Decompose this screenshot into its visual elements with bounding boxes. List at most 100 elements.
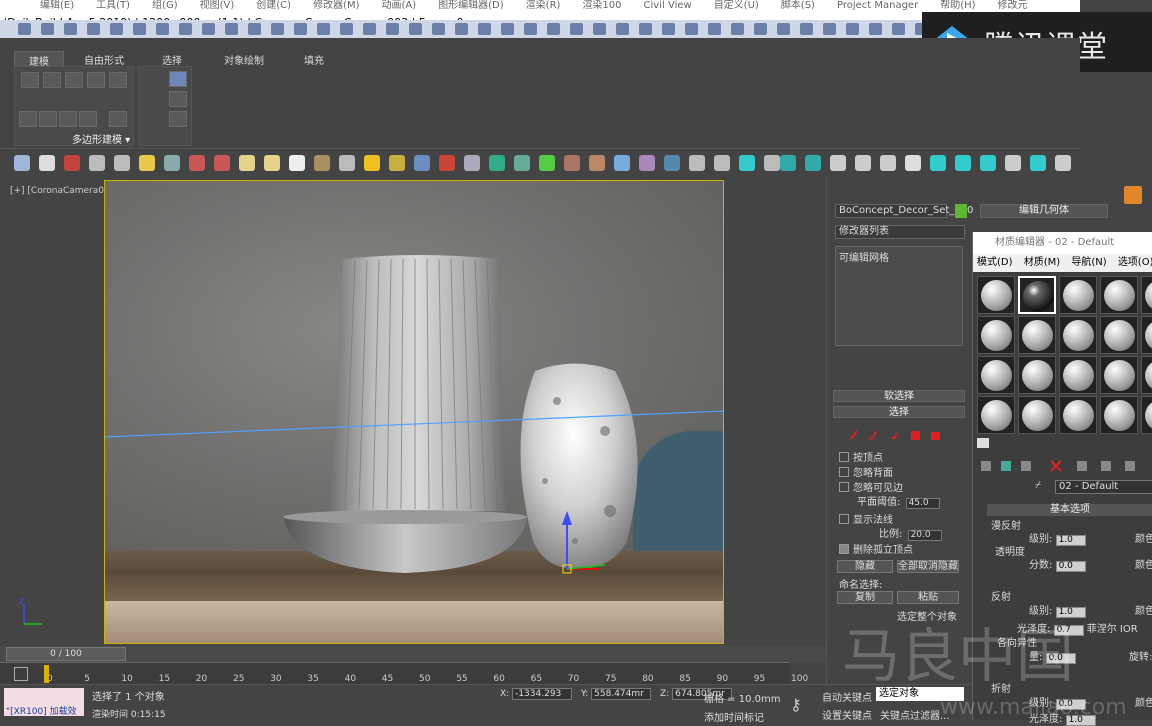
menu-item[interactable]: 动画(A) xyxy=(382,0,417,11)
scale-input[interactable]: 20.0 xyxy=(907,530,942,541)
render-tool-icon[interactable] xyxy=(364,155,380,171)
selected-dropdown[interactable]: 选定对象 xyxy=(876,687,964,701)
render-tool-icon[interactable] xyxy=(439,155,455,171)
render-tool-icon[interactable] xyxy=(664,155,680,171)
menu-navigation[interactable]: 导航(N) xyxy=(1071,257,1106,268)
add-time-tag[interactable]: 添加时间标记 xyxy=(704,709,764,724)
toolbar-tool-icon[interactable] xyxy=(892,23,905,35)
x-coordinate[interactable]: -1334.293 xyxy=(512,688,573,700)
toolbar-tool-icon[interactable] xyxy=(593,23,606,35)
toolbar-tool-icon[interactable] xyxy=(501,23,514,35)
toolbar-tool-icon[interactable] xyxy=(317,23,330,35)
reflect-level-input[interactable]: 1.0 xyxy=(1055,607,1086,618)
material-slot[interactable] xyxy=(1141,316,1152,354)
element-icon[interactable] xyxy=(109,72,127,88)
material-slot[interactable] xyxy=(977,396,1015,434)
render-tool-icon[interactable] xyxy=(114,155,130,171)
maxscript-listener[interactable]: "[XR100] 加载效 xyxy=(4,688,84,717)
border-icon[interactable] xyxy=(65,72,83,88)
subobject-icon[interactable] xyxy=(79,111,97,127)
render-tool-icon[interactable] xyxy=(764,155,780,171)
menu-item[interactable]: 脚本(S) xyxy=(781,0,815,11)
toolbar-tool-icon[interactable] xyxy=(754,23,767,35)
selection-rollout[interactable]: 选择 xyxy=(833,406,965,418)
toolbar-tool-icon[interactable] xyxy=(478,23,491,35)
time-slider[interactable]: 0 / 100 xyxy=(6,647,126,661)
material-slot[interactable] xyxy=(977,356,1015,394)
copy-button[interactable]: 复制 xyxy=(837,591,893,604)
render-tool-icon[interactable] xyxy=(464,155,480,171)
object-name-field[interactable]: BoConcept_Decor_Set_010 xyxy=(835,204,973,218)
toolbar-tool-icon[interactable] xyxy=(87,23,100,35)
subobject-icons[interactable] xyxy=(847,428,967,442)
y-coordinate[interactable]: 558.474mr xyxy=(591,688,652,700)
amount-input[interactable]: 0.0 xyxy=(1045,653,1076,664)
render-tool-icon[interactable] xyxy=(905,155,921,171)
menu-options[interactable]: 选项(O) xyxy=(1118,257,1152,268)
vertex-icon[interactable] xyxy=(21,72,39,88)
toolbar-tool-icon[interactable] xyxy=(294,23,307,35)
menu-item[interactable]: 渲染(R) xyxy=(526,0,561,11)
edge-icon[interactable] xyxy=(43,72,61,88)
delete-isolated-checkbox[interactable]: 删除孤立顶点 xyxy=(839,541,913,556)
ignore-visible-edges-checkbox[interactable]: 忽略可见边 xyxy=(839,479,903,494)
menu-item[interactable]: 帮助(H) xyxy=(940,0,975,11)
render-tool-icon[interactable] xyxy=(980,155,996,171)
toolbar-tool-icon[interactable] xyxy=(616,23,629,35)
smooth-icon[interactable] xyxy=(109,111,127,127)
hide-button[interactable]: 隐藏 xyxy=(837,560,893,573)
polygon-icon[interactable] xyxy=(87,72,105,88)
material-slot[interactable] xyxy=(1059,276,1097,314)
align-icon[interactable] xyxy=(169,71,187,87)
render-tool-icon[interactable] xyxy=(289,155,305,171)
toolbar-tool-icon[interactable] xyxy=(409,23,422,35)
toolbar-tool-icon[interactable] xyxy=(662,23,675,35)
unhide-all-button[interactable]: 全部取消隐藏 xyxy=(897,560,959,573)
toolbar-tool-icon[interactable] xyxy=(455,23,468,35)
basic-options-rollout[interactable]: 基本选项 xyxy=(987,504,1152,516)
menu-item[interactable]: 创建(C) xyxy=(256,0,291,11)
menu-item[interactable]: 渲染100 xyxy=(582,0,621,11)
render-tool-icon[interactable] xyxy=(189,155,205,171)
auto-key-button[interactable]: 自动关键点 xyxy=(822,689,872,704)
render-tool-icon[interactable] xyxy=(1055,155,1071,171)
material-slot[interactable] xyxy=(1100,276,1138,314)
render-tool-icon[interactable] xyxy=(64,155,80,171)
fraction-input[interactable]: 0.0 xyxy=(1055,561,1086,572)
object-color-swatch[interactable] xyxy=(955,204,967,218)
render-tool-icon[interactable] xyxy=(389,155,405,171)
toolbar-tool-icon[interactable] xyxy=(179,23,192,35)
material-slot[interactable] xyxy=(1141,356,1152,394)
material-slot[interactable] xyxy=(1141,396,1152,434)
render-tool-icon[interactable] xyxy=(539,155,555,171)
render-tool-icon[interactable] xyxy=(39,155,55,171)
render-tool-icon[interactable] xyxy=(339,155,355,171)
ribbon-tab-object-paint[interactable]: 对象绘制 xyxy=(224,52,264,67)
time-cursor[interactable] xyxy=(44,665,49,683)
material-slot[interactable] xyxy=(1059,356,1097,394)
material-slot[interactable] xyxy=(1018,396,1056,434)
render-tool-icon[interactable] xyxy=(214,155,230,171)
render-tool-icon[interactable] xyxy=(930,155,946,171)
material-slot[interactable] xyxy=(1018,356,1056,394)
render-tool-icon[interactable] xyxy=(955,155,971,171)
toolbar-tool-icon[interactable] xyxy=(386,23,399,35)
material-slot[interactable] xyxy=(1141,276,1152,314)
align-view-icon[interactable] xyxy=(169,91,187,107)
material-slot[interactable] xyxy=(1059,316,1097,354)
menu-item[interactable]: 组(G) xyxy=(152,0,178,11)
toolbar-tool-icon[interactable] xyxy=(524,23,537,35)
render-tool-icon[interactable] xyxy=(489,155,505,171)
menu-item[interactable]: Civil View xyxy=(644,0,692,11)
menu-item[interactable]: 编辑(E) xyxy=(40,0,74,11)
poly-modeling-label[interactable]: 多边形建模 ▾ xyxy=(72,131,130,146)
camera-viewport[interactable] xyxy=(104,180,724,644)
menu-item[interactable]: 自定义(U) xyxy=(714,0,759,11)
menu-item[interactable]: 图形编辑器(D) xyxy=(438,0,504,11)
render-tool-icon[interactable] xyxy=(855,155,871,171)
render-tool-icon[interactable] xyxy=(780,155,796,171)
refract-level-input[interactable]: 0.0 xyxy=(1055,699,1086,710)
paste-button[interactable]: 粘贴 xyxy=(897,591,959,604)
time-config-icon[interactable] xyxy=(14,667,28,681)
material-slot[interactable] xyxy=(977,276,1015,314)
